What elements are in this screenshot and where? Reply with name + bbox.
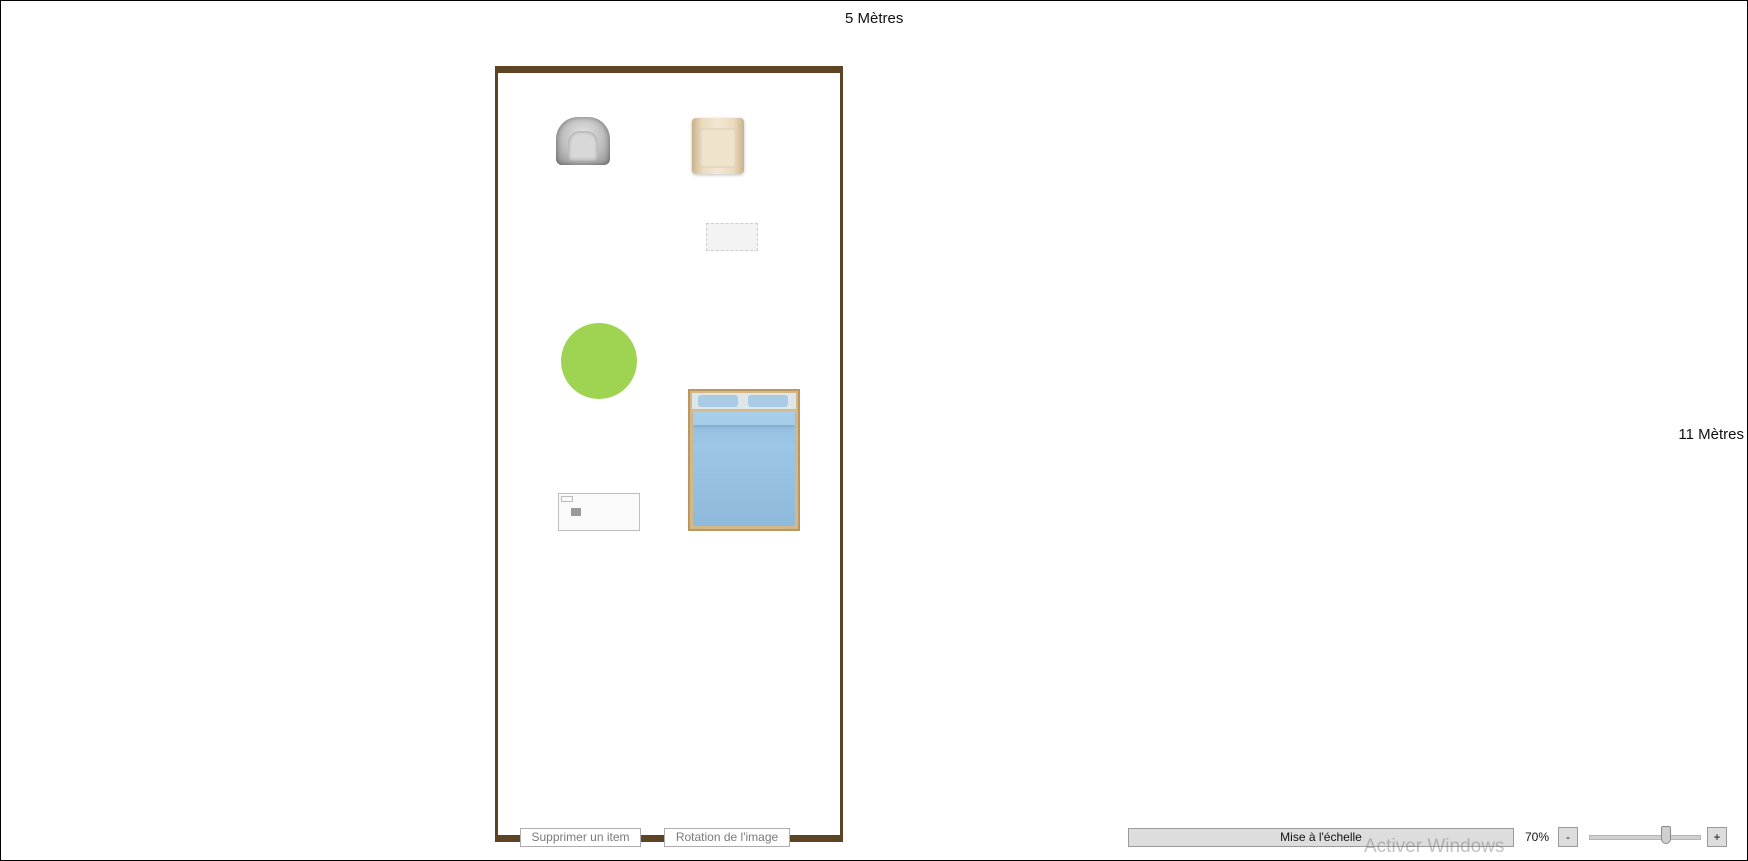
round-green-rug-item[interactable] <box>561 323 637 399</box>
zoom-out-button[interactable]: - <box>1558 827 1578 847</box>
zoom-slider-thumb[interactable] <box>1661 826 1671 844</box>
double-bed-item[interactable] <box>688 389 800 531</box>
desk-item[interactable] <box>558 493 640 531</box>
zoom-percent-label: 70% <box>1525 830 1550 844</box>
bed-pillow-right <box>748 395 788 407</box>
delete-item-button[interactable]: Supprimer un item <box>520 828 641 847</box>
rotate-image-button[interactable]: Rotation de l'image <box>664 828 790 847</box>
zoom-slider-track[interactable] <box>1589 835 1701 840</box>
bed-blanket-fold <box>693 411 795 425</box>
bed-pillow-left <box>698 395 738 407</box>
bed-blanket <box>693 411 795 526</box>
width-dimension-label: 5 Mètres <box>845 10 904 27</box>
beige-armchair-item[interactable] <box>692 118 744 174</box>
zoom-in-button[interactable]: + <box>1707 827 1727 847</box>
grey-armchair-item[interactable] <box>556 117 610 165</box>
small-table-item[interactable] <box>706 223 758 251</box>
floor-plan-window <box>0 0 1748 861</box>
activation-watermark: Activer Windows <box>1364 836 1505 857</box>
room-canvas[interactable] <box>495 66 843 842</box>
height-dimension-label: 11 Mètres <box>1678 426 1744 443</box>
